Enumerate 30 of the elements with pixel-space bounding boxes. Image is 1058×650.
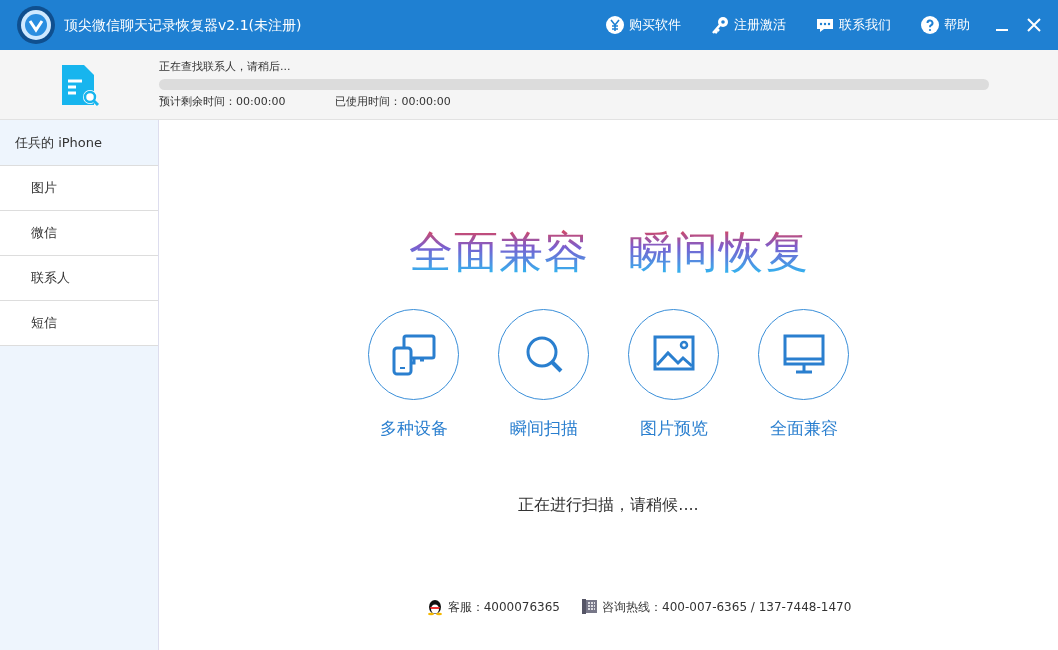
scan-status: 正在进行扫描，请稍候.... [518,494,699,517]
remaining-time: 预计剩余时间：00:00:00 [159,94,286,110]
penguin-icon [425,597,444,617]
yen-icon [606,16,624,34]
window-title: 顶尖微信聊天记录恢复器v2.1(未注册) [64,15,302,35]
close-icon [1027,18,1041,32]
elapsed-time: 已使用时间：00:00:00 [335,94,451,110]
help-icon [921,16,939,34]
app-logo-icon [16,5,56,45]
feature-label: 全面兼容 [769,416,838,440]
phone-icon [580,597,598,617]
chat-icon [816,16,834,34]
help-button[interactable]: 帮助 [921,15,970,35]
file-search-icon [59,62,100,107]
feature-label: 多种设备 [379,416,448,440]
buy-button[interactable]: 购买软件 [606,15,681,35]
progress-status: 正在查找联系人，请稍后... [159,58,292,75]
contact-text: 咨询热线：400-007-6365 / 137-7448-1470 [602,598,852,616]
close-button[interactable] [1026,17,1042,33]
sidebar-item[interactable]: 联系人 [0,256,158,301]
feature-label: 瞬间扫描 [509,416,578,440]
feature-label: 图片预览 [639,416,708,440]
minimize-icon [995,29,1009,31]
contact-text: 客服：4000076365 [447,598,560,616]
key-icon [711,16,729,34]
chat-button[interactable]: 联系我们 [816,15,891,35]
key-button[interactable]: 注册激活 [711,15,786,35]
sidebar-item[interactable]: 图片 [0,166,158,211]
sidebar-item[interactable]: 短信 [0,301,158,346]
sidebar-item[interactable]: 微信 [0,211,158,256]
